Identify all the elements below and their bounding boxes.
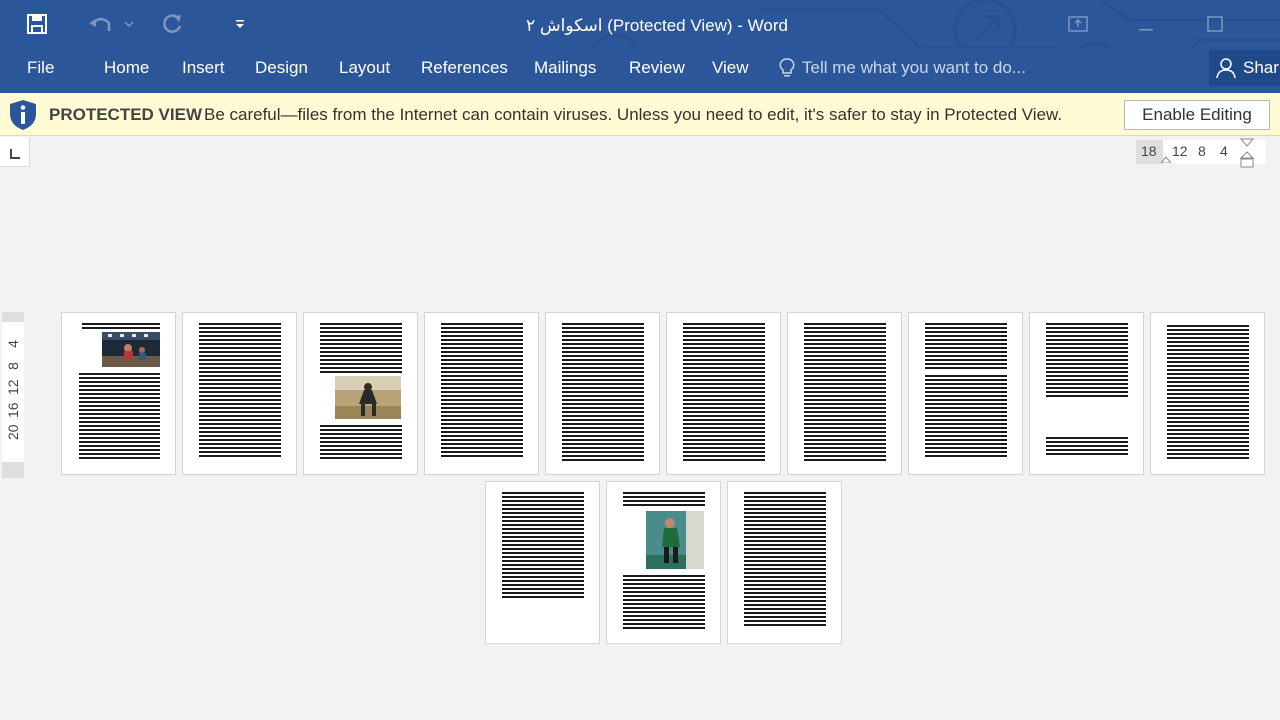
page-photo <box>335 376 401 419</box>
minimize-icon <box>1139 29 1153 31</box>
ruler-margin-top <box>2 312 24 322</box>
text-lines <box>623 575 705 629</box>
text-lines <box>199 323 281 459</box>
minimize-button[interactable] <box>1123 8 1169 40</box>
tell-me-box[interactable]: Tell me what you want to do... <box>778 48 1026 88</box>
text-lines <box>623 492 705 508</box>
page-12[interactable] <box>606 481 721 644</box>
page-10[interactable] <box>1150 312 1265 475</box>
tab-file[interactable]: File <box>27 48 54 88</box>
text-lines <box>82 323 160 331</box>
tell-me-placeholder: Tell me what you want to do... <box>802 58 1026 77</box>
text-lines <box>1046 437 1128 457</box>
ruler-number: 18 <box>1141 143 1157 159</box>
text-lines <box>562 323 644 461</box>
page-photo <box>646 511 704 569</box>
page-photo <box>102 332 160 367</box>
ruler-number: 12 <box>1172 143 1188 159</box>
tab-insert[interactable]: Insert <box>182 48 225 88</box>
share-label: Shar <box>1243 58 1279 77</box>
text-lines <box>320 425 402 459</box>
enable-editing-button[interactable]: Enable Editing <box>1124 100 1270 130</box>
indent-marker-icon <box>1161 156 1171 163</box>
page-11[interactable] <box>485 481 600 644</box>
protected-view-message: Be careful—files from the Internet can c… <box>204 105 1063 124</box>
page-3[interactable] <box>303 312 418 475</box>
tab-home[interactable]: Home <box>104 48 149 88</box>
text-lines <box>925 375 1007 457</box>
protected-view-bar: PROTECTED VIEW Be careful—files from the… <box>0 93 1280 136</box>
text-lines <box>925 323 1007 369</box>
ruler-number: 8 <box>1198 143 1206 159</box>
tab-references[interactable]: References <box>421 48 508 88</box>
page-13[interactable] <box>727 481 842 644</box>
text-lines <box>79 373 160 459</box>
text-lines <box>502 492 584 600</box>
share-button[interactable]: Shar <box>1209 50 1280 86</box>
page-2[interactable] <box>182 312 297 475</box>
ruler-margin-bottom <box>2 462 24 478</box>
maximize-icon <box>1207 16 1223 32</box>
tab-view[interactable]: View <box>712 48 749 88</box>
tab-layout[interactable]: Layout <box>339 48 390 88</box>
ruler-number: 16 <box>5 402 21 418</box>
horizontal-ruler[interactable]: 18 12 8 4 <box>1136 138 1266 168</box>
lightbulb-icon <box>779 58 795 77</box>
person-icon <box>1216 58 1236 79</box>
ruler-number: 4 <box>1220 143 1228 159</box>
title-bar: اسکواش ۲ (Protected View) - Word <box>0 0 1280 48</box>
tab-stop-selector[interactable] <box>0 137 30 167</box>
ribbon-tabs: File Home Insert Design Layout Reference… <box>0 48 1280 93</box>
page-9[interactable] <box>1029 312 1144 475</box>
vertical-ruler[interactable]: 4 8 12 16 20 <box>2 312 24 478</box>
ruler-number: 8 <box>5 362 21 370</box>
page-8[interactable] <box>908 312 1023 475</box>
tab-review[interactable]: Review <box>629 48 685 88</box>
text-lines <box>683 323 765 461</box>
text-lines <box>744 492 826 628</box>
text-lines <box>1046 323 1128 399</box>
page-5[interactable] <box>545 312 660 475</box>
text-lines <box>320 323 402 373</box>
text-lines <box>441 323 523 459</box>
shield-info-icon <box>10 100 36 130</box>
page-6[interactable] <box>666 312 781 475</box>
ribbon-display-options-button[interactable] <box>1055 8 1101 40</box>
protected-view-title: PROTECTED VIEW <box>49 105 203 124</box>
tab-mailings[interactable]: Mailings <box>534 48 596 88</box>
page-7[interactable] <box>787 312 902 475</box>
page-4[interactable] <box>424 312 539 475</box>
ribbon-display-options-icon <box>1068 16 1088 32</box>
text-lines <box>1167 325 1249 459</box>
page-1[interactable] <box>61 312 176 475</box>
tab-design[interactable]: Design <box>255 48 308 88</box>
ruler-number: 20 <box>5 424 21 440</box>
hanging-indent-marker-icon <box>1240 138 1254 168</box>
text-lines <box>804 323 886 461</box>
maximize-button[interactable] <box>1192 8 1238 40</box>
ruler-number: 12 <box>5 379 21 395</box>
ruler-number: 4 <box>5 340 21 348</box>
